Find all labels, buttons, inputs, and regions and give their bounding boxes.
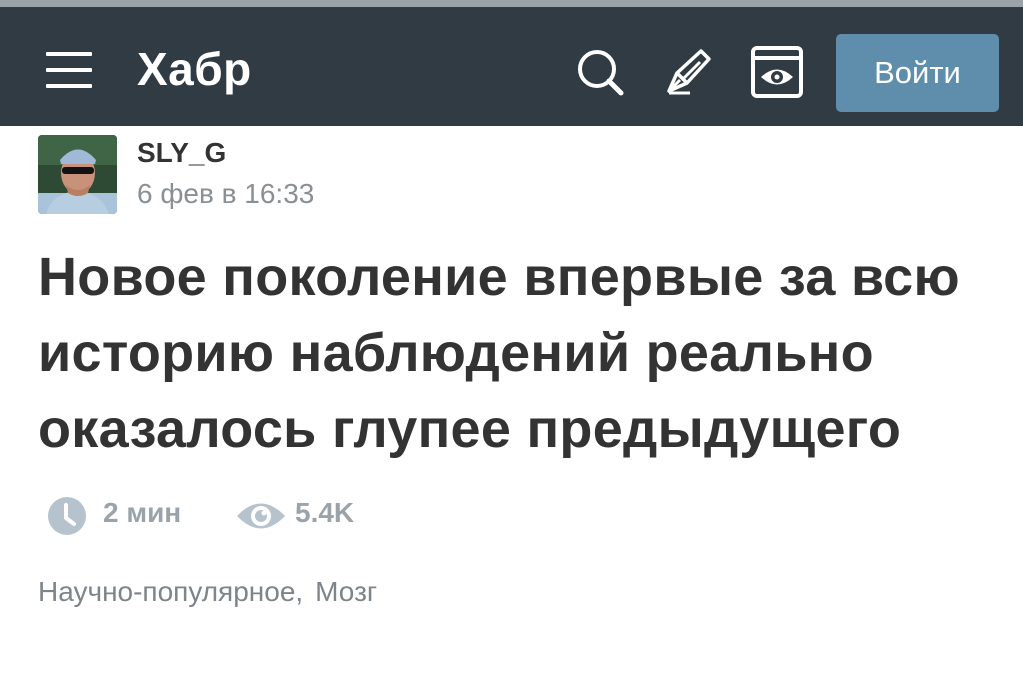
- login-button[interactable]: Войти: [836, 34, 999, 112]
- menu-bar: [46, 52, 92, 56]
- eye-square-icon[interactable]: [749, 44, 805, 100]
- author-name[interactable]: SLY_G: [137, 137, 226, 169]
- habr-logo[interactable]: Хабр: [137, 41, 252, 97]
- top-header: Хабр Войти: [0, 0, 1023, 126]
- eye-icon: [237, 503, 285, 529]
- hub-list: Научно-популярное, Мозг: [38, 576, 377, 608]
- hub-link[interactable]: Мозг: [315, 576, 377, 607]
- article-title[interactable]: Новое поколение впервые за всю историю н…: [38, 239, 1008, 467]
- pen-icon[interactable]: [660, 44, 716, 100]
- search-icon[interactable]: [572, 44, 628, 100]
- reading-time-value: 2 мин: [103, 497, 182, 528]
- menu-bar: [46, 68, 92, 72]
- hub-link[interactable]: Научно-популярное: [38, 576, 295, 607]
- hamburger-menu-icon[interactable]: [46, 50, 92, 90]
- views-value: 5.4K: [295, 497, 355, 528]
- clock-icon: [48, 497, 86, 535]
- menu-bar: [46, 84, 92, 88]
- hub-separator: ,: [295, 576, 304, 607]
- avatar[interactable]: [38, 135, 117, 214]
- post-time: 6 фев в 16:33: [137, 178, 315, 209]
